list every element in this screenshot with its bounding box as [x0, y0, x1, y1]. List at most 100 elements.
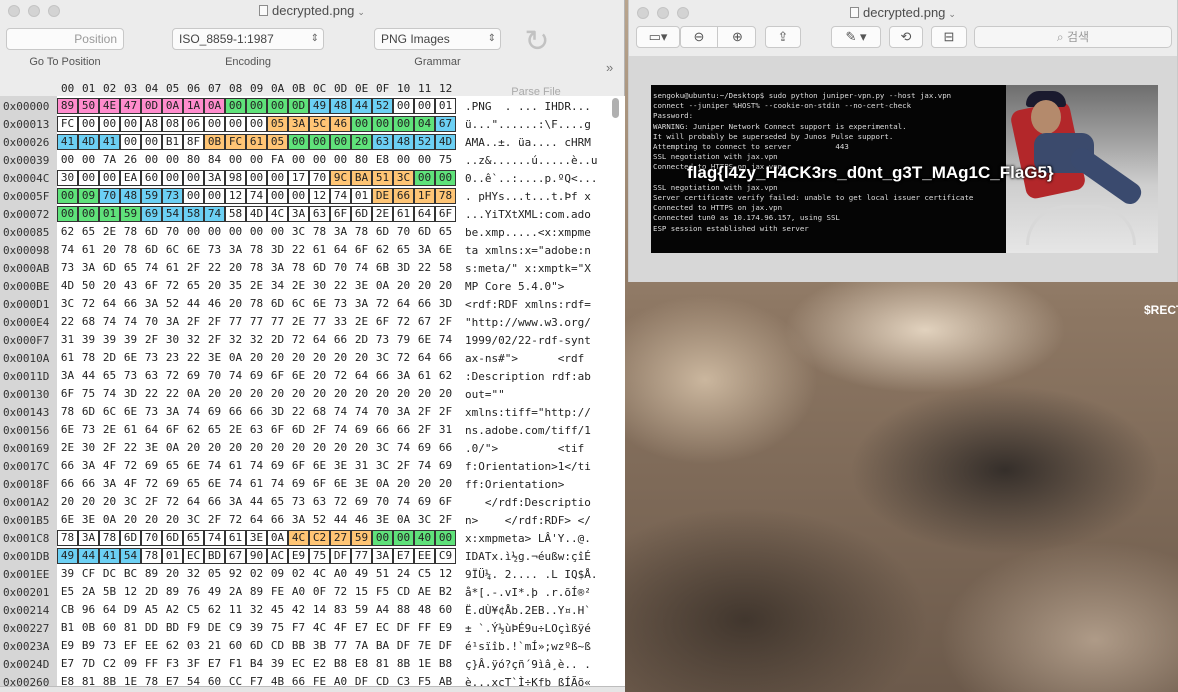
hex-byte[interactable]: 0A — [204, 98, 225, 114]
hex-byte[interactable]: EE — [414, 548, 435, 564]
hex-byte[interactable]: 05 — [267, 134, 288, 150]
hex-byte[interactable]: 20 — [78, 494, 99, 510]
hex-byte[interactable]: EC — [183, 548, 204, 564]
hex-byte[interactable]: 62 — [57, 224, 78, 240]
hex-byte[interactable]: 6E — [57, 512, 78, 528]
ascii-text[interactable]: :Description rdf:ab — [465, 370, 605, 383]
hex-byte[interactable]: DF — [435, 638, 456, 654]
hex-byte[interactable]: 20 — [183, 440, 204, 456]
hex-byte[interactable]: 43 — [120, 278, 141, 294]
hex-byte[interactable]: EA — [120, 170, 141, 186]
rotate-button[interactable]: ⟲ — [889, 26, 923, 48]
chevron-down-icon[interactable]: ⌄ — [948, 9, 956, 19]
hex-byte[interactable]: 65 — [267, 494, 288, 510]
hex-byte[interactable]: 03 — [183, 638, 204, 654]
hex-byte[interactable]: 21 — [204, 638, 225, 654]
hex-byte[interactable]: 2F — [204, 314, 225, 330]
hex-byte[interactable]: 66 — [435, 440, 456, 456]
ascii-text[interactable]: f:Orientation>1</ti — [465, 460, 605, 473]
hex-byte[interactable]: 72 — [372, 296, 393, 312]
hex-byte[interactable]: 3C — [372, 458, 393, 474]
hex-byte[interactable]: 75 — [267, 620, 288, 636]
hex-byte[interactable]: 3C — [120, 494, 141, 510]
hex-byte[interactable]: E9 — [57, 638, 78, 654]
hex-byte[interactable]: 6C — [162, 242, 183, 258]
hex-byte[interactable]: 01 — [435, 98, 456, 114]
hex-byte[interactable]: 30 — [309, 278, 330, 294]
hex-byte[interactable]: 09 — [120, 656, 141, 672]
hex-byte[interactable]: 23 — [162, 350, 183, 366]
hex-row[interactable]: 0x00201 E5 2A 5B 12 2D 89 76 49 2A 89 FE A0 0F 72 15 F5 C… — [0, 583, 625, 601]
hex-byte[interactable]: 00 — [141, 134, 162, 150]
ascii-text[interactable]: .0/"> <tif — [465, 442, 605, 455]
hex-byte[interactable]: 69 — [267, 458, 288, 474]
hex-byte[interactable]: 72 — [162, 368, 183, 384]
hex-byte[interactable]: 22 — [330, 278, 351, 294]
hex-byte[interactable]: DF — [393, 638, 414, 654]
hex-byte[interactable]: 84 — [204, 152, 225, 168]
hex-byte[interactable]: 3B — [309, 638, 330, 654]
hex-byte[interactable]: 70 — [141, 314, 162, 330]
hex-byte[interactable]: 20 — [351, 350, 372, 366]
hex-byte[interactable]: 22 — [141, 386, 162, 402]
hex-byte[interactable]: 66 — [393, 188, 414, 204]
hex-byte[interactable]: 61 — [78, 242, 99, 258]
hex-byte[interactable]: 59 — [351, 602, 372, 618]
hex-byte[interactable]: 65 — [99, 368, 120, 384]
hex-byte[interactable]: 72 — [330, 368, 351, 384]
hex-byte[interactable]: 75 — [435, 152, 456, 168]
hex-byte[interactable]: 62 — [204, 602, 225, 618]
hex-byte[interactable]: A5 — [141, 602, 162, 618]
hex-byte[interactable]: 46 — [351, 512, 372, 528]
hex-byte[interactable]: F9 — [183, 620, 204, 636]
hex-byte[interactable]: 6D — [99, 260, 120, 276]
hex-byte[interactable]: 00 — [372, 530, 393, 546]
hex-byte[interactable]: 52 — [414, 134, 435, 150]
hex-byte[interactable]: 39 — [99, 332, 120, 348]
hex-byte[interactable]: 58 — [225, 206, 246, 222]
hex-byte[interactable]: 77 — [351, 548, 372, 564]
hex-byte[interactable]: 20 — [246, 350, 267, 366]
hex-byte[interactable]: 32 — [246, 332, 267, 348]
hex-byte[interactable]: 0A — [99, 512, 120, 528]
hex-byte[interactable]: 74 — [120, 314, 141, 330]
hex-byte[interactable]: 75 — [78, 386, 99, 402]
hex-byte[interactable]: 66 — [120, 296, 141, 312]
hex-byte[interactable]: 65 — [204, 422, 225, 438]
ascii-text[interactable]: s:meta/" x:xmptk="X — [465, 262, 605, 275]
hex-byte[interactable]: 2E — [288, 278, 309, 294]
hex-byte[interactable]: 4F — [330, 620, 351, 636]
hex-byte[interactable]: 00 — [414, 152, 435, 168]
hex-byte[interactable]: 00 — [78, 116, 99, 132]
hex-byte[interactable]: 72 — [78, 296, 99, 312]
ascii-text[interactable]: .PNG . ... IHDR... — [465, 100, 605, 113]
hex-row[interactable]: 0x001EE 39 CF DC BC 89 20 32 05 92 02 09 02 4C A0 49 51 2… — [0, 565, 625, 583]
hex-byte[interactable]: 00 — [99, 116, 120, 132]
hex-byte[interactable]: 00 — [309, 134, 330, 150]
hex-byte[interactable]: 69 — [288, 476, 309, 492]
hex-byte[interactable]: 49 — [57, 548, 78, 564]
hex-byte[interactable]: 3A — [225, 494, 246, 510]
hex-byte[interactable]: 00 — [351, 116, 372, 132]
reload-icon[interactable]: ↻ — [520, 26, 554, 60]
hex-byte[interactable]: 61 — [225, 530, 246, 546]
hex-byte[interactable]: 49 — [309, 98, 330, 114]
hex-byte[interactable]: 2E — [57, 440, 78, 456]
hex-byte[interactable]: 6D — [288, 422, 309, 438]
hex-byte[interactable]: 72 — [393, 314, 414, 330]
hex-byte[interactable]: 12 — [225, 188, 246, 204]
hex-byte[interactable]: AC — [267, 548, 288, 564]
hex-byte[interactable]: 20 — [309, 350, 330, 366]
hex-byte[interactable]: E7 — [57, 656, 78, 672]
hex-byte[interactable]: 98 — [225, 170, 246, 186]
hex-byte[interactable]: 78 — [246, 296, 267, 312]
hex-byte[interactable]: 3A — [78, 530, 99, 546]
hex-byte[interactable]: 24 — [393, 566, 414, 582]
hex-byte[interactable]: 4E — [99, 98, 120, 114]
hex-byte[interactable]: 66 — [225, 404, 246, 420]
hex-byte[interactable]: 64 — [141, 422, 162, 438]
hex-byte[interactable]: 3A — [225, 242, 246, 258]
hex-byte[interactable]: 70 — [372, 404, 393, 420]
hex-byte[interactable]: 4D — [246, 206, 267, 222]
hex-byte[interactable]: 20 — [414, 386, 435, 402]
